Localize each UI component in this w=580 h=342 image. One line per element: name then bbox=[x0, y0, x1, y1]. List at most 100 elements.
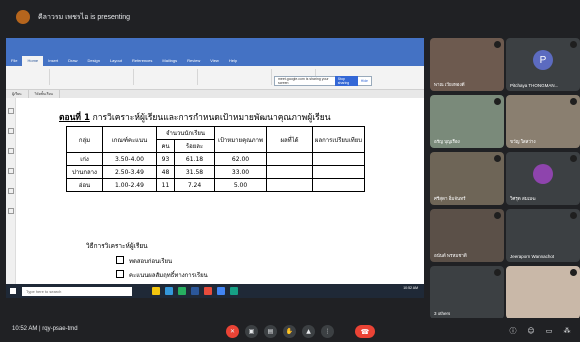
cell-gpa: 3.50-4.00 bbox=[102, 152, 157, 166]
raise-hand-icon[interactable]: ✋ bbox=[283, 325, 296, 338]
ribbon-group-paragraph bbox=[138, 69, 198, 85]
cell-result bbox=[266, 165, 313, 179]
end-call-button[interactable]: ☎ bbox=[355, 325, 375, 338]
windows-start-icon[interactable] bbox=[10, 288, 16, 294]
present-icon[interactable]: ▲ bbox=[302, 325, 315, 338]
ribbon-group-clipboard bbox=[10, 69, 50, 85]
word-icon[interactable] bbox=[191, 287, 199, 295]
meeting-separator: | bbox=[39, 326, 41, 332]
draw-icon[interactable] bbox=[8, 188, 14, 194]
ribbon-tab[interactable]: Draw bbox=[63, 56, 82, 66]
meeting-code: rqy-psae-tmd bbox=[42, 326, 78, 332]
participant-tile[interactable]: P Pitchaya THONGMAN... bbox=[506, 38, 580, 91]
page-icon[interactable] bbox=[8, 128, 14, 134]
excel-icon[interactable] bbox=[178, 287, 186, 295]
info-icon[interactable]: ⓘ bbox=[508, 326, 518, 336]
activities-icon[interactable]: ⁂ bbox=[562, 326, 572, 336]
participant-tile[interactable]: พาณ เวียงทองดี bbox=[430, 38, 504, 91]
participant-name: อนันต์ พรหมชาติ bbox=[434, 253, 467, 258]
participant-name: Jeeraporn Wannachot bbox=[510, 254, 555, 259]
sharing-popup: meet.google.com is sharing your screen S… bbox=[274, 76, 372, 86]
mic-muted-icon bbox=[570, 155, 577, 162]
chat-icon[interactable]: ▭ bbox=[544, 326, 554, 336]
chrome-icon[interactable] bbox=[217, 287, 225, 295]
powerpoint-icon[interactable] bbox=[204, 287, 212, 295]
mic-muted-icon bbox=[494, 269, 501, 276]
participant-tile[interactable] bbox=[506, 266, 580, 319]
method-label: วิธีการวิเคราะห์ผู้เรียน bbox=[86, 242, 148, 250]
windows-taskbar: Type here to search 10:52 AM bbox=[6, 284, 424, 298]
doc-tab-2[interactable]: วิจัยชั้นเรียน bbox=[29, 90, 60, 98]
participant-name: 3 others bbox=[434, 311, 451, 316]
cell-target: 33.00 bbox=[214, 165, 267, 179]
header-person: คน bbox=[156, 139, 175, 153]
ribbon-tab[interactable]: Review bbox=[182, 56, 205, 66]
hide-button[interactable]: Hide bbox=[361, 79, 368, 83]
table-icon[interactable] bbox=[8, 208, 14, 214]
score-checkbox[interactable] bbox=[116, 270, 124, 278]
cell-group: อ่อน bbox=[66, 178, 103, 192]
presenter-bar: คีลาวรม เพชรไอ is presenting bbox=[0, 0, 580, 34]
more-options-icon[interactable]: ⋮ bbox=[321, 325, 334, 338]
meeting-time: 10:52 AM bbox=[12, 326, 38, 332]
comment-icon[interactable] bbox=[8, 168, 14, 174]
camera-icon[interactable]: ▣ bbox=[245, 325, 258, 338]
cell-group: เก่ง bbox=[66, 152, 103, 166]
table-row: อ่อน 1.00-2.49 11 7.24 5.00 bbox=[66, 178, 365, 192]
ribbon-tab[interactable]: View bbox=[205, 56, 224, 66]
participant-tile[interactable]: ขวัญ ใสสว่าง bbox=[506, 95, 580, 148]
taskbar-search[interactable]: Type here to search bbox=[22, 286, 132, 296]
word-title-bar bbox=[6, 38, 424, 56]
participant-name: พาณ เวียงทองดี bbox=[434, 82, 465, 87]
participant-tile[interactable]: ศรีสุดา อิ่มจันทร์ bbox=[430, 152, 504, 205]
file-explorer-icon[interactable] bbox=[152, 287, 160, 295]
cell-percent: 31.58 bbox=[174, 165, 215, 179]
pretest-checkbox[interactable] bbox=[116, 256, 124, 264]
cell-person: 93 bbox=[156, 152, 175, 166]
cell-gpa: 1.00-2.49 bbox=[102, 178, 157, 192]
cell-gpa: 2.50-3.49 bbox=[102, 165, 157, 179]
heading-text: การวิเคราะห์ผู้เรียนและการกำหนดเป้าหมายพ… bbox=[89, 113, 331, 123]
sharing-popup-text: meet.google.com is sharing your screen bbox=[278, 77, 329, 85]
meeting-info: 10:52 AM | rqy-psae-tmd bbox=[12, 326, 78, 332]
ribbon-tab[interactable]: File bbox=[6, 56, 22, 66]
participant-name: อรัญ บุญเรือง bbox=[434, 139, 460, 144]
participant-tile[interactable]: อรัญ บุญเรือง bbox=[430, 95, 504, 148]
search-icon[interactable] bbox=[8, 148, 14, 154]
cell-person: 11 bbox=[156, 178, 175, 192]
cell-person: 48 bbox=[156, 165, 175, 179]
captions-icon[interactable]: ▤ bbox=[264, 325, 277, 338]
participant-name: ขวัญ ใสสว่าง bbox=[510, 139, 536, 144]
ribbon-tab[interactable]: Insert bbox=[43, 56, 63, 66]
cell-result bbox=[266, 152, 313, 166]
taskbar-clock: 10:52 AM bbox=[403, 286, 418, 290]
shared-screen: File Home Insert Draw Design Layout References… bbox=[6, 38, 424, 298]
table-row: ปานกลาง 2.50-3.49 48 31.58 33.00 bbox=[66, 165, 365, 179]
header-group: กลุ่ม bbox=[66, 126, 103, 153]
doc-tab-1[interactable]: ผู้เรียน bbox=[6, 90, 29, 98]
nav-icon[interactable] bbox=[8, 108, 14, 114]
people-icon[interactable]: ☺ bbox=[526, 326, 536, 336]
ribbon-tab[interactable]: Help bbox=[224, 56, 242, 66]
phone-icon: ☎ bbox=[360, 327, 370, 336]
participant-tile[interactable]: วิศรุต สมเมฆ bbox=[506, 152, 580, 205]
mic-muted-icon bbox=[570, 98, 577, 105]
app-icon[interactable] bbox=[230, 287, 238, 295]
ribbon-tab[interactable]: References bbox=[127, 56, 157, 66]
ribbon-tab[interactable]: Design bbox=[82, 56, 104, 66]
participant-name: วิศรุต สมเมฆ bbox=[510, 196, 536, 201]
left-toolbar bbox=[6, 98, 16, 284]
header-target: เป้าหมายคุณภาพ bbox=[214, 126, 267, 153]
ribbon-tabs: File Home Insert Draw Design Layout References… bbox=[6, 56, 424, 66]
participant-tile[interactable]: Jeeraporn Wannachot bbox=[506, 209, 580, 262]
mic-off-icon[interactable]: ✕ bbox=[226, 325, 239, 338]
header-compare: ผลการเปรียบเทียบ bbox=[312, 126, 365, 153]
header-count: จำนวนนักเรียน bbox=[156, 126, 215, 140]
stop-sharing-button[interactable]: Stop sharing bbox=[334, 76, 358, 86]
ribbon-tab[interactable]: Layout bbox=[105, 56, 127, 66]
ribbon-tab[interactable]: Mailings bbox=[157, 56, 182, 66]
participant-tile[interactable]: 3 others bbox=[430, 266, 504, 319]
participant-tile[interactable]: อนันต์ พรหมชาติ bbox=[430, 209, 504, 262]
edge-icon[interactable] bbox=[165, 287, 173, 295]
ribbon-tab[interactable]: Home bbox=[22, 56, 44, 66]
